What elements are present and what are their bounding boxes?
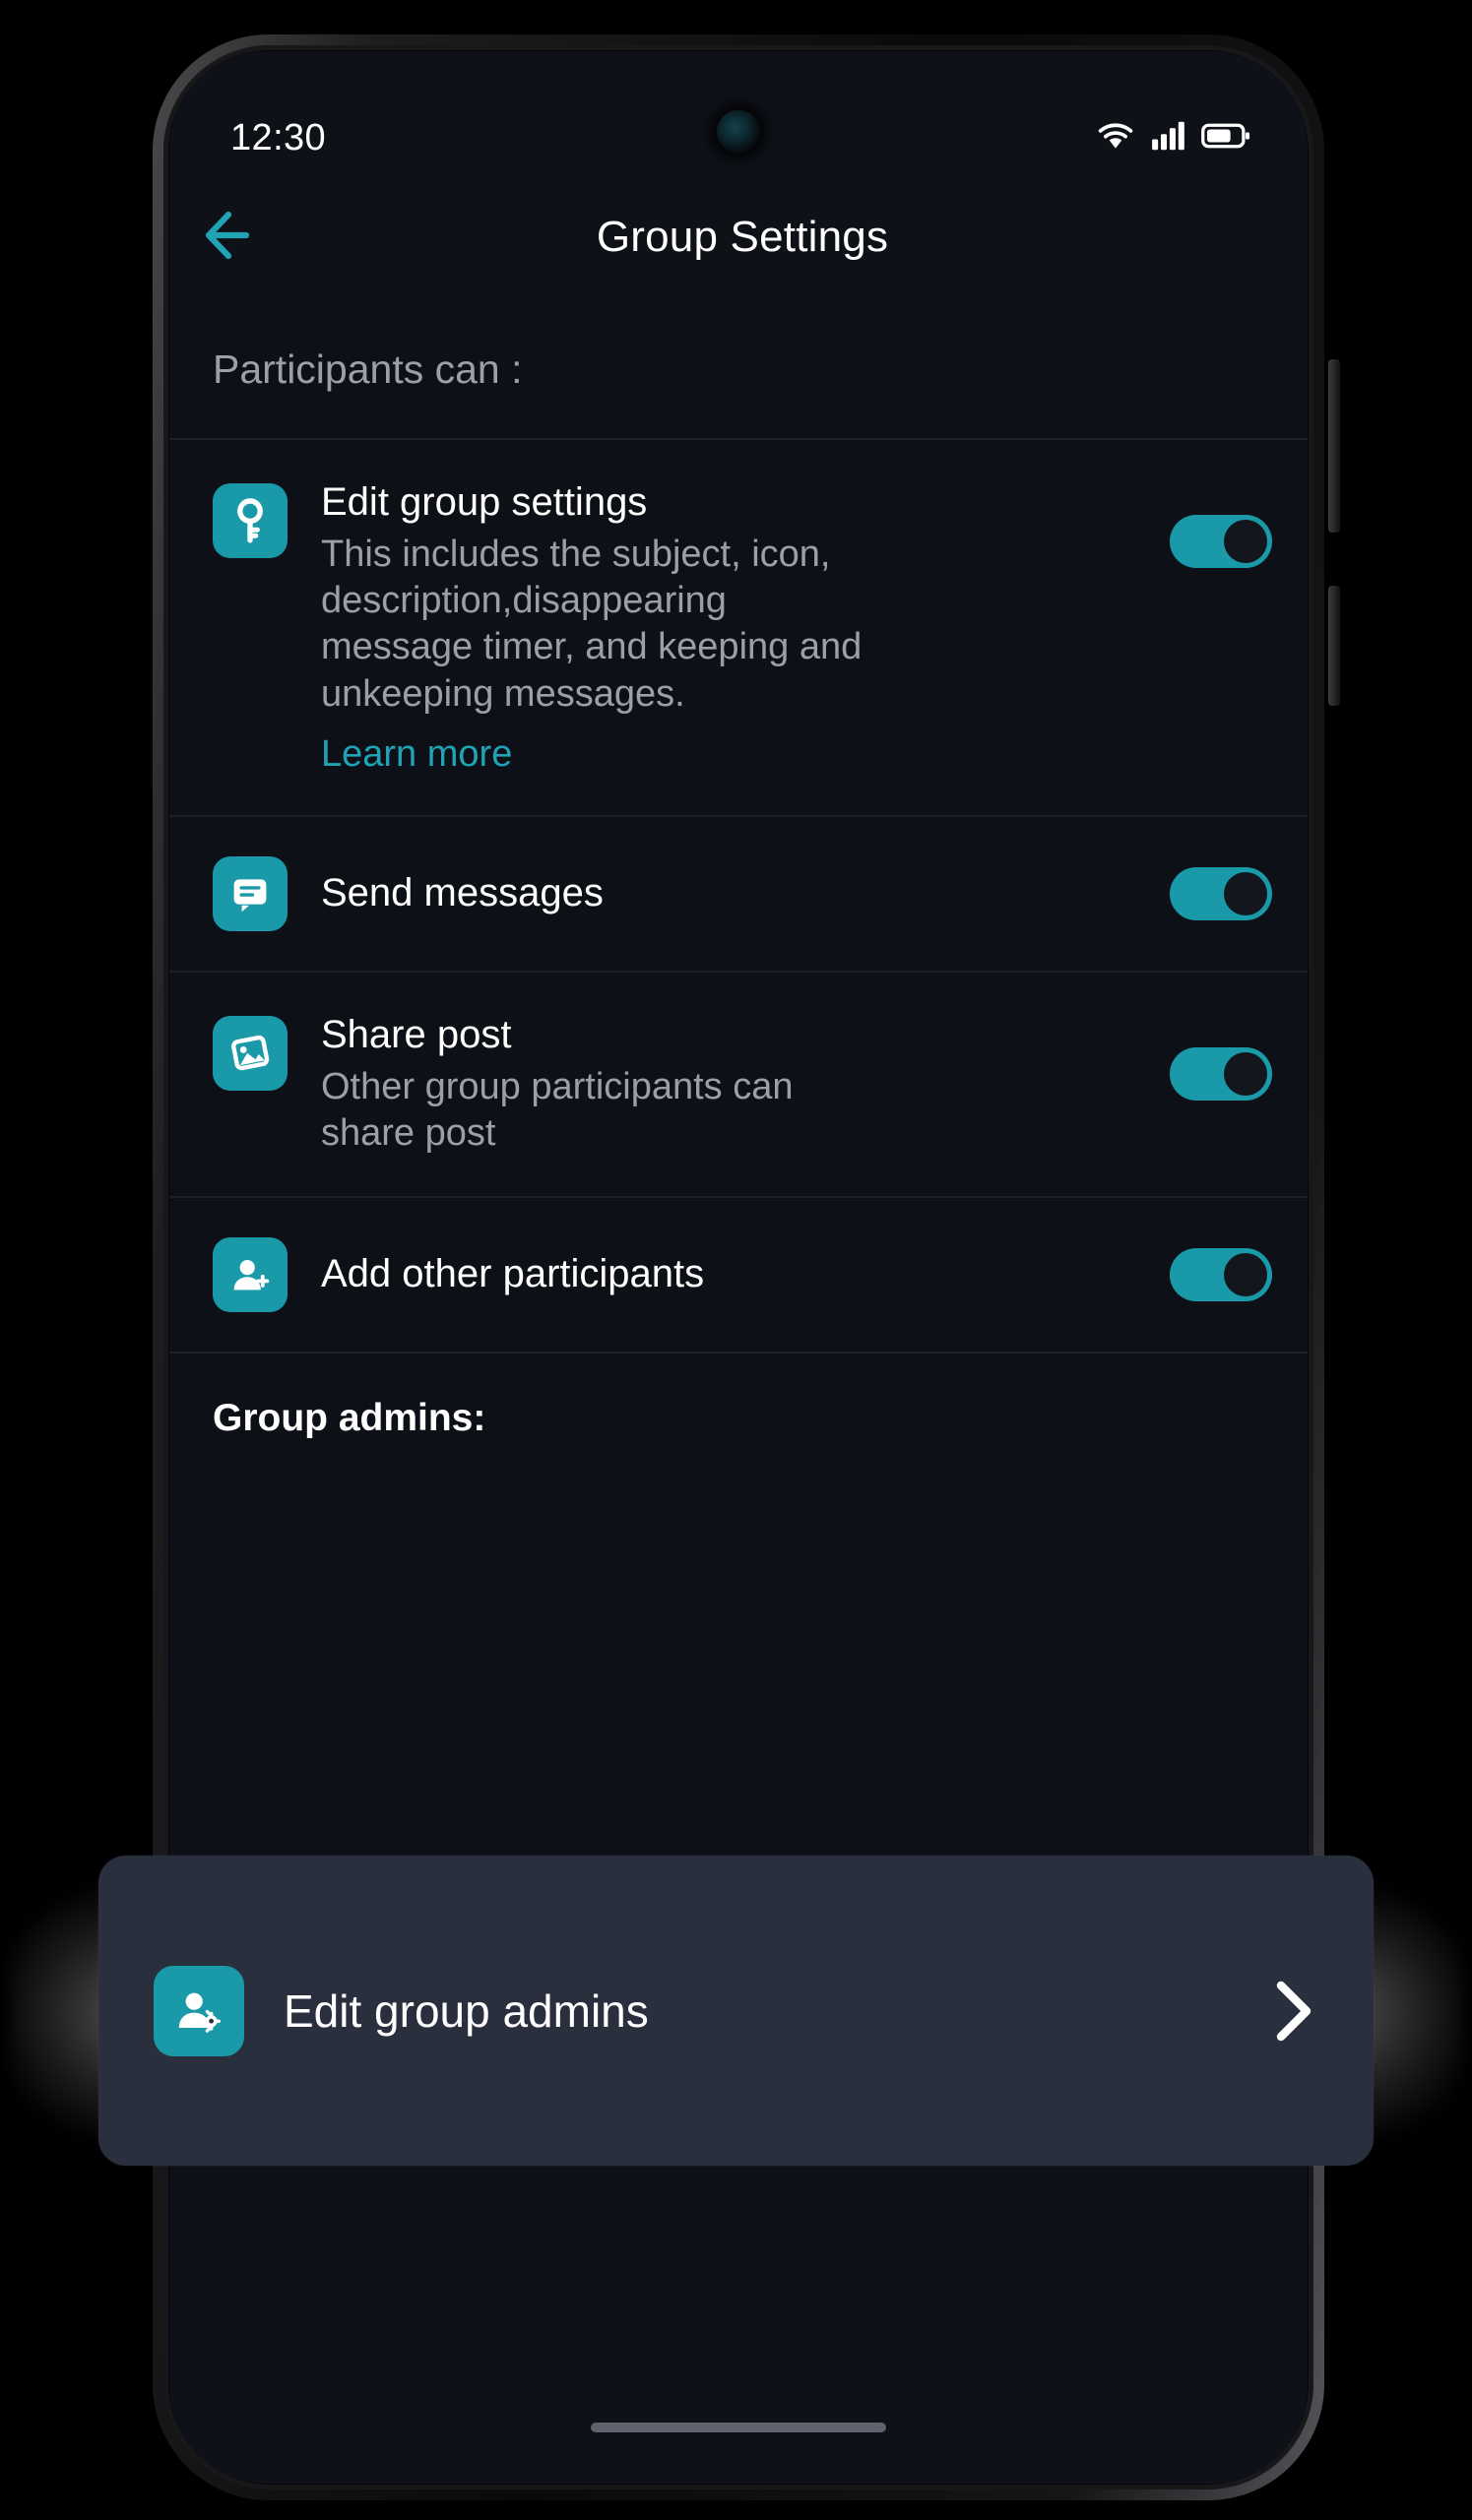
toggle-edit-group-settings[interactable] <box>1170 515 1272 568</box>
list-item-share-post[interactable]: Share post Other group participants can … <box>169 972 1308 1199</box>
add-person-icon <box>213 1237 288 1313</box>
row-title: Share post <box>321 1012 512 1056</box>
back-arrow-icon <box>202 207 269 269</box>
row-text-block: Edit group settings This includes the su… <box>288 479 1170 776</box>
row-description: Other group participants can share post <box>321 1065 794 1154</box>
row-title: Send messages <box>321 871 604 915</box>
battery-icon <box>1201 121 1250 156</box>
row-text-block: Share post Other group participants can … <box>288 1012 1170 1157</box>
power-button[interactable] <box>1328 586 1340 706</box>
cellular-signal-icon <box>1151 120 1186 157</box>
home-indicator[interactable] <box>591 2423 886 2432</box>
wifi-icon <box>1095 120 1136 157</box>
list-item-edit-group-settings[interactable]: Edit group settings This includes the su… <box>169 440 1308 817</box>
learn-more-link[interactable]: Learn more <box>321 733 512 776</box>
edit-group-admins-label: Edit group admins <box>284 1984 649 2037</box>
key-icon <box>213 483 288 558</box>
screenshot-stage: 12:30 Group Settings Participants can: … <box>0 0 1472 2520</box>
app-bar: Group Settings <box>169 179 1308 295</box>
row-title: Edit group settings <box>321 480 648 524</box>
status-bar: 12:30 <box>169 106 1308 169</box>
page-title: Group Settings <box>596 213 889 261</box>
section-header-participants: Participants can : <box>169 295 1308 440</box>
row-description: This includes the subject, icon, descrip… <box>321 534 863 715</box>
toggle-share-post[interactable] <box>1170 1046 1272 1101</box>
row-title: Add other participants <box>321 1252 705 1296</box>
list-item-send-messages[interactable]: Send messages <box>169 816 1308 973</box>
toggle-knob <box>1224 1051 1267 1096</box>
section-header-group-admins: Group admins: <box>169 1354 1308 1484</box>
row-text-block: Add other participants <box>288 1251 1170 1297</box>
list-item-add-other-participants[interactable]: Add other participants <box>169 1198 1308 1354</box>
back-button[interactable] <box>177 207 293 269</box>
message-icon <box>213 855 288 931</box>
row-text-block: Send messages <box>288 870 1170 916</box>
toggle-knob <box>1224 1253 1267 1297</box>
edit-group-admins-card[interactable]: Edit group admins <box>98 1856 1374 2166</box>
toggle-send-messages[interactable] <box>1170 866 1272 920</box>
person-gear-icon <box>154 1965 244 2056</box>
toggle-knob <box>1224 871 1267 915</box>
status-time: 12:30 <box>230 117 327 158</box>
toggle-add-other-participants[interactable] <box>1170 1248 1272 1302</box>
volume-button[interactable] <box>1328 359 1340 533</box>
status-icons <box>1095 120 1250 157</box>
toggle-knob <box>1224 520 1267 563</box>
chevron-right-icon[interactable] <box>1267 1978 1318 2045</box>
image-icon <box>213 1015 288 1091</box>
